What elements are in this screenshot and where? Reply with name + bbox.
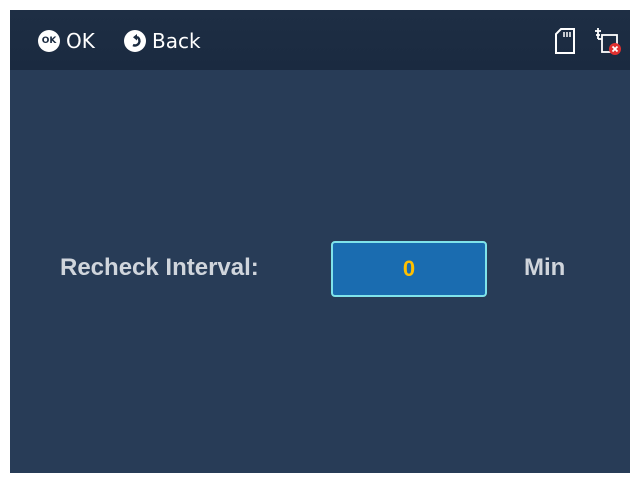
back-arrow-icon — [124, 30, 146, 52]
ok-button-icon: OK — [38, 30, 60, 52]
recheck-interval-input[interactable]: 0 — [331, 241, 487, 297]
device-screen: OK OK Back Recheck Interval: 0 Min — [10, 10, 630, 473]
sd-card-icon — [554, 28, 576, 58]
recheck-interval-label: Recheck Interval: — [60, 254, 259, 281]
top-bar: OK OK Back — [10, 10, 630, 70]
unit-label: Min — [524, 254, 566, 281]
ok-hint[interactable]: OK OK — [38, 29, 95, 53]
back-hint[interactable]: Back — [124, 29, 201, 53]
network-disconnected-icon — [594, 26, 622, 60]
back-label: Back — [152, 29, 201, 53]
ok-label: OK — [66, 29, 95, 53]
